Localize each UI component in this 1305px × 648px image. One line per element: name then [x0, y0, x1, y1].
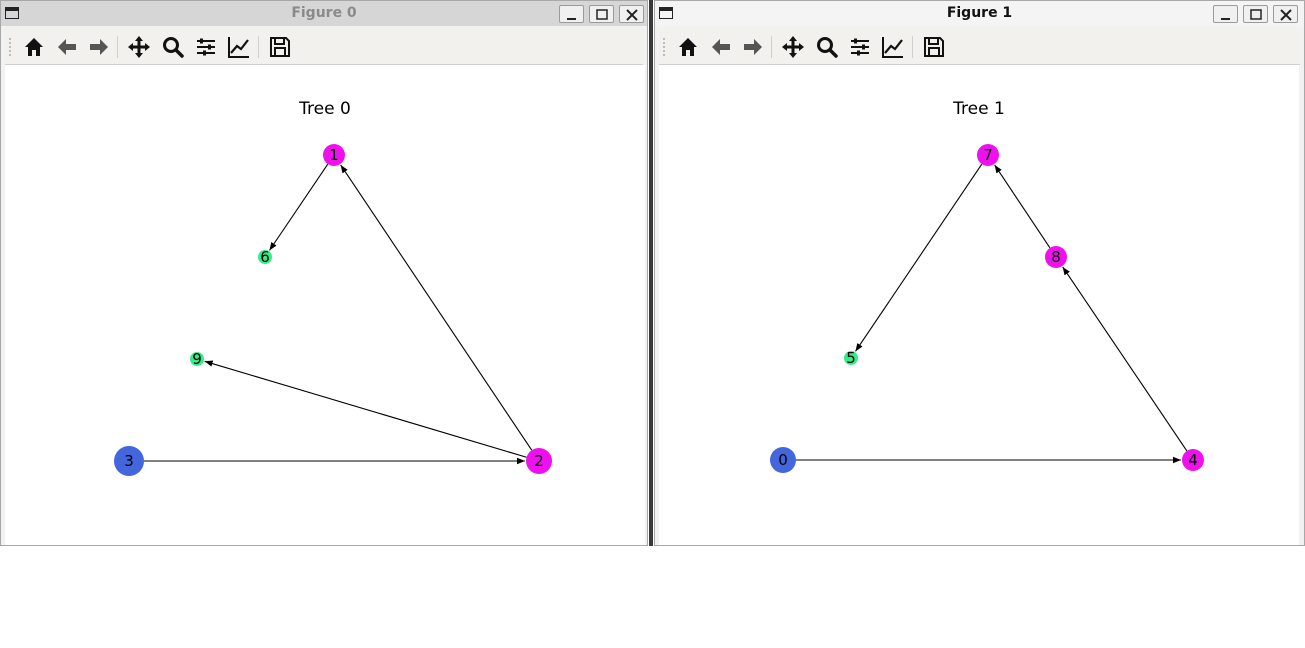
zoom-icon [163, 37, 184, 58]
close-icon [1280, 9, 1292, 21]
toolbar-grip[interactable] [663, 38, 665, 56]
configure-icon [197, 38, 215, 56]
close-icon [626, 9, 638, 21]
maximize-button[interactable] [1243, 5, 1268, 23]
toolbar-grip[interactable] [9, 38, 11, 56]
node-label-1: 1 [329, 146, 339, 164]
pan-button[interactable] [780, 34, 806, 60]
axes-icon [882, 37, 903, 58]
toolbar-separator [117, 36, 118, 58]
maximize-icon [596, 9, 608, 20]
toolbar-separator [771, 36, 772, 58]
graph-svg: 1 6 9 3 2 [114, 144, 552, 476]
graph-svg: 7 8 5 0 4 [770, 144, 1204, 473]
configure-icon [851, 38, 869, 56]
edge-2-9 [204, 360, 527, 458]
axes-button[interactable] [880, 34, 906, 60]
toolbar [659, 28, 1300, 65]
home-button[interactable] [675, 34, 701, 60]
toolbar-separator [912, 36, 913, 58]
minimize-icon [1221, 18, 1230, 20]
pan-icon [782, 36, 804, 58]
node-label-2: 2 [534, 452, 544, 470]
node-label-5: 5 [846, 349, 856, 367]
forward-button[interactable] [86, 34, 112, 60]
forward-button[interactable] [740, 34, 766, 60]
edge-4-8 [1062, 266, 1188, 452]
close-button[interactable] [619, 5, 644, 23]
back-button[interactable] [54, 34, 80, 60]
back-icon [712, 39, 730, 55]
home-button[interactable] [21, 34, 47, 60]
axes-icon [228, 37, 249, 58]
maximize-button[interactable] [589, 5, 614, 23]
home-icon [25, 38, 43, 56]
window-title: Figure 0 [291, 5, 357, 21]
edge-7-5 [855, 163, 983, 352]
figure-canvas[interactable]: Tree 0 16932 [5, 65, 645, 545]
save-button[interactable] [267, 34, 293, 60]
titlebar[interactable]: Figure 0 [1, 1, 647, 26]
axes-button[interactable] [226, 34, 252, 60]
pan-button[interactable] [126, 34, 152, 60]
forward-icon [90, 39, 108, 55]
zoom-button[interactable] [160, 34, 186, 60]
titlebar[interactable]: Figure 1 [655, 1, 1304, 26]
edge-1-6 [269, 163, 329, 251]
minimize-icon [567, 18, 576, 20]
zoom-icon [817, 37, 838, 58]
figure-canvas[interactable]: Tree 1 78504 [659, 65, 1299, 545]
figure-0-window: Figure 0 Tree 0 16932 [0, 0, 648, 546]
node-label-6: 6 [260, 248, 270, 266]
node-label-8: 8 [1051, 248, 1061, 266]
forward-icon [744, 39, 762, 55]
save-button[interactable] [921, 34, 947, 60]
toolbar-separator [258, 36, 259, 58]
configure-button[interactable] [193, 34, 219, 60]
back-button[interactable] [708, 34, 734, 60]
minimize-button[interactable] [1213, 5, 1238, 23]
close-button[interactable] [1273, 5, 1298, 23]
figure-1-window: Figure 1 Tree 1 78504 [654, 0, 1305, 546]
save-icon [270, 37, 290, 57]
home-icon [679, 38, 697, 56]
save-icon [924, 37, 944, 57]
node-label-9: 9 [192, 350, 202, 368]
node-label-7: 7 [983, 146, 993, 164]
node-label-0: 0 [778, 451, 788, 469]
back-icon [58, 39, 76, 55]
maximize-icon [1250, 9, 1262, 20]
window-divider [649, 0, 653, 546]
node-label-3: 3 [124, 452, 134, 470]
edge-2-1 [340, 164, 533, 451]
node-label-4: 4 [1188, 451, 1198, 469]
configure-button[interactable] [847, 34, 873, 60]
toolbar [5, 28, 643, 65]
window-title: Figure 1 [946, 5, 1013, 21]
pan-icon [128, 36, 150, 58]
edge-8-7 [994, 164, 1051, 249]
minimize-button[interactable] [559, 5, 584, 23]
zoom-button[interactable] [814, 34, 840, 60]
